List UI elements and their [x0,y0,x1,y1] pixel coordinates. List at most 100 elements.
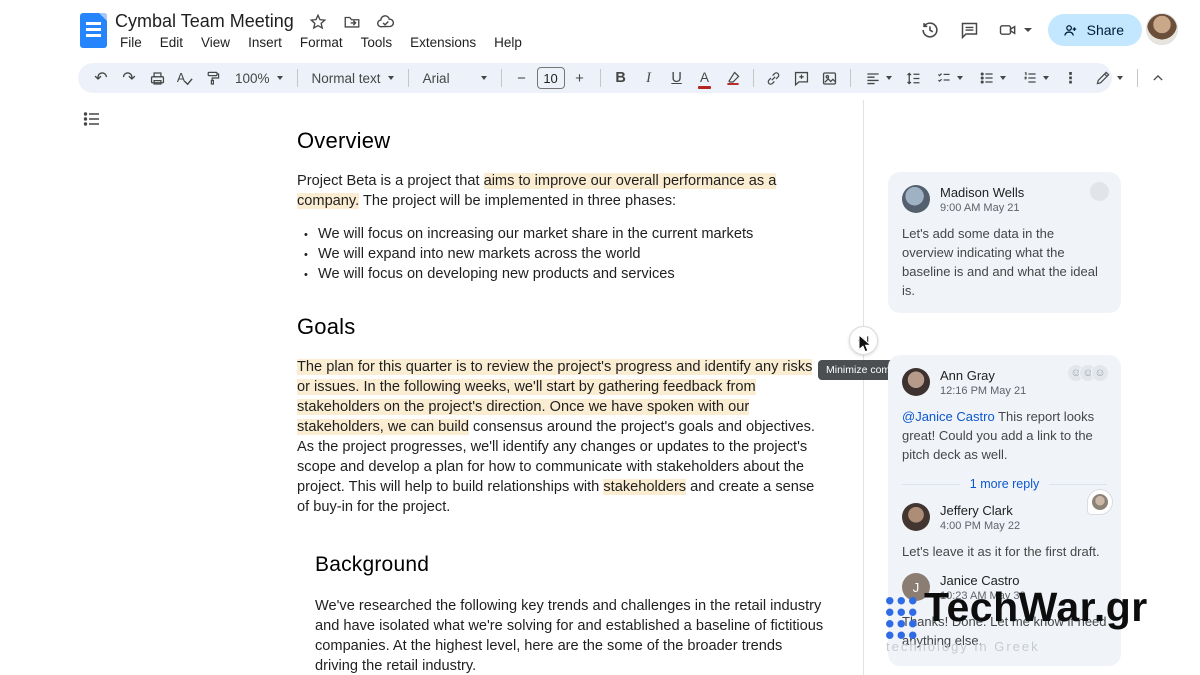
editing-mode-select[interactable] [1088,65,1130,91]
bold-icon[interactable]: B [608,65,634,91]
numbered-list-icon [1022,70,1038,86]
bulleted-list-icon [979,70,995,86]
underline-icon[interactable]: U [664,65,690,91]
formatting-toolbar: ↶ ↷ A 100% Normal text Arial − + B I U A [78,63,1112,93]
star-icon[interactable] [308,12,328,32]
add-comment-icon[interactable] [789,65,815,91]
version-history-icon[interactable] [918,18,942,42]
bullet-item: We will focus on increasing our market s… [297,224,825,244]
checklist-icon [936,70,952,86]
decrease-font-size-button[interactable]: − [509,65,535,91]
menu-insert[interactable]: Insert [241,33,289,52]
docs-logo-icon[interactable] [80,13,107,48]
align-select[interactable] [858,65,899,91]
text-color-icon[interactable]: A [692,65,718,91]
comment-author: Madison Wells [940,185,1024,201]
comment-text: Let's leave it as it for the first draft… [902,542,1107,561]
overview-bullet-list: We will focus on increasing our market s… [297,224,825,284]
highlight-color-icon[interactable] [720,65,746,91]
share-button-label: Share [1087,22,1124,38]
open-comments-icon[interactable] [958,18,982,42]
menu-tools[interactable]: Tools [354,33,400,52]
cloud-saved-icon[interactable] [376,12,396,32]
video-call-icon[interactable] [998,18,1032,42]
paragraph-style-value: Normal text [312,71,381,86]
editing-mode-caret-icon [1117,76,1123,80]
checklist-select[interactable] [929,65,970,91]
overview-text-plain: Project Beta is a project that [297,173,484,189]
comment-text: @Janice Castro This report looks great! … [902,407,1107,464]
menu-bar: File Edit View Insert Format Tools Exten… [113,33,529,52]
account-avatar[interactable] [1146,13,1178,45]
document-title[interactable]: Cymbal Team Meeting [115,11,294,32]
goals-paragraph: The plan for this quarter is to review t… [297,357,825,517]
watermark-brand: TechWar.gr [924,584,1148,631]
watermark-tagline: technology in Greek [886,639,1040,654]
font-caret-icon [481,76,487,80]
spellcheck-icon[interactable]: A [172,65,198,91]
comment-timestamp: 9:00 AM May 21 [940,201,1024,215]
toolbar-divider [850,69,851,87]
overview-text-rest: The project will be implemented in three… [359,193,676,209]
numbered-list-select[interactable] [1015,65,1056,91]
menu-help[interactable]: Help [487,33,529,52]
paragraph-style-select[interactable]: Normal text [305,65,401,91]
bullet-item: We will focus on developing new products… [297,264,825,284]
bulleted-list-select[interactable] [972,65,1013,91]
zoom-select[interactable]: 100% [228,65,290,91]
avatar-madison-wells [902,185,930,213]
align-left-icon [865,70,881,86]
menu-edit[interactable]: Edit [153,33,190,52]
reaction-indicator-icon[interactable] [1090,182,1109,201]
paint-format-icon[interactable] [200,65,226,91]
menu-format[interactable]: Format [293,33,350,52]
toolbar-more-icon[interactable]: ⋮ [1058,65,1084,91]
font-select[interactable]: Arial [416,65,494,91]
line-spacing-icon[interactable] [901,65,927,91]
goals-stakeholders-highlighted[interactable]: stakeholders [603,479,686,495]
techwar-logo-icon [884,595,919,641]
toolbar-divider [753,69,754,87]
share-person-icon [1062,22,1079,39]
toolbar-divider [408,69,409,87]
reply-jeffery[interactable]: Jeffery Clark 4:00 PM May 22 Let's leave… [902,503,1107,561]
emoji-reactions-icon[interactable]: ☺☺☺ [1073,364,1109,382]
zoom-caret-icon [277,76,283,80]
undo-icon[interactable]: ↶ [88,65,114,91]
goals-text-rest: consensus around the project's goals and… [469,419,815,435]
share-button[interactable]: Share [1048,14,1142,46]
checklist-caret-icon [957,76,963,80]
menu-file[interactable]: File [113,33,149,52]
comment-timestamp: 4:00 PM May 22 [940,519,1020,533]
italic-icon[interactable]: I [636,65,662,91]
heading-background: Background [315,553,429,577]
heading-overview: Overview [297,128,390,154]
avatar-ann-gray [902,368,930,396]
move-folder-icon[interactable] [342,12,362,32]
bulleted-list-caret-icon [1000,76,1006,80]
redo-icon[interactable]: ↷ [116,65,142,91]
numbered-list-caret-icon [1043,76,1049,80]
background-paragraph: We've researched the following key trend… [315,596,827,675]
video-call-caret-icon[interactable] [1024,28,1032,32]
more-reply-link[interactable]: 1 more reply [970,477,1039,491]
more-reply-row: 1 more reply [902,477,1107,491]
increase-font-size-button[interactable]: + [567,65,593,91]
menu-view[interactable]: View [194,33,237,52]
overview-paragraph: Project Beta is a project that aims to i… [297,171,825,211]
comments-panel-divider [863,100,864,675]
document-outline-icon[interactable] [82,109,104,129]
menu-extensions[interactable]: Extensions [403,33,483,52]
comment-text: Let's add some data in the overview indi… [902,224,1107,300]
comment-timestamp: 12:16 PM May 21 [940,384,1026,398]
comment-card-madison[interactable]: Madison Wells 9:00 AM May 21 Let's add s… [888,172,1121,313]
insert-link-icon[interactable] [761,65,787,91]
print-icon[interactable] [144,65,170,91]
font-size-input[interactable] [537,67,565,89]
align-caret-icon [886,76,892,80]
font-value: Arial [423,71,450,86]
mention-link[interactable]: @Janice Castro [902,409,995,424]
hide-menus-icon[interactable] [1145,65,1171,91]
comment-author: Ann Gray [940,368,1026,384]
insert-image-icon[interactable] [817,65,843,91]
